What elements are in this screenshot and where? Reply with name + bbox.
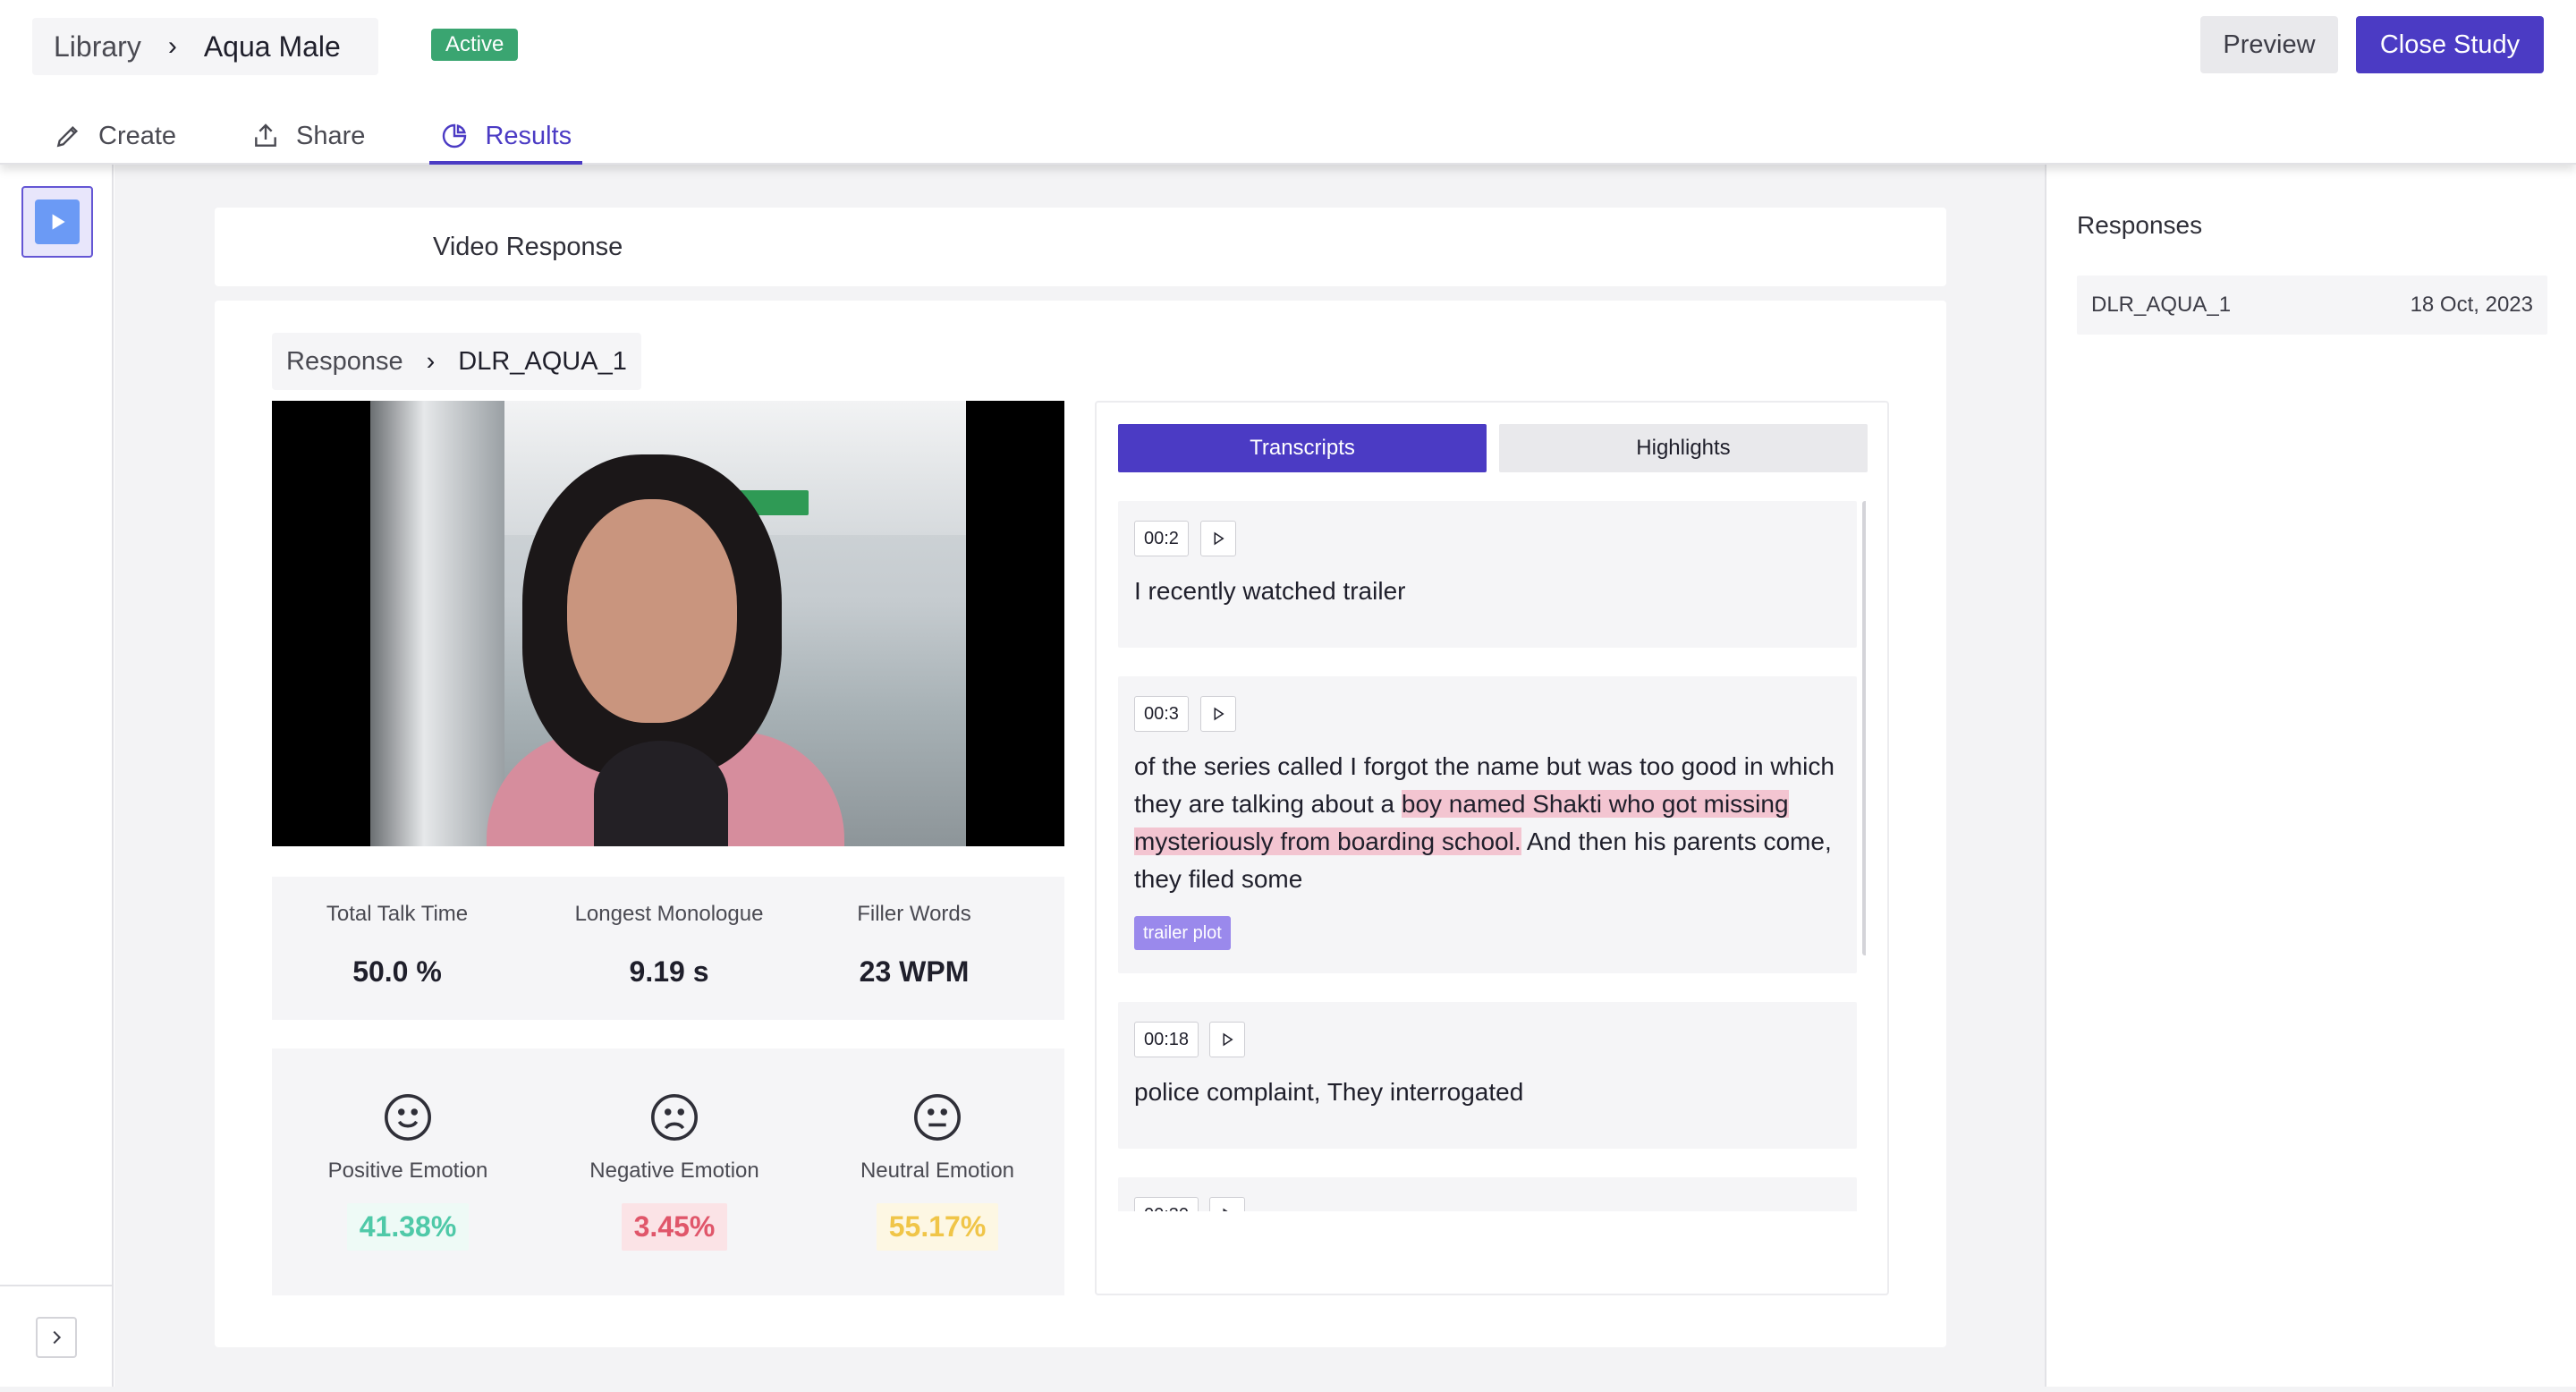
- scrollbar[interactable]: [1862, 501, 1866, 955]
- emotion-stats: Positive Emotion 41.38% Negative Emotion…: [272, 1048, 1064, 1295]
- transcript-text: I recently watched trailer: [1134, 577, 1406, 605]
- transcript-item: 00:30: [1118, 1177, 1857, 1211]
- emotion-label: Negative Emotion: [589, 1159, 759, 1183]
- transcript-item: 00:3 of the series called I forgot the n…: [1118, 676, 1857, 973]
- video-block-button[interactable]: [21, 186, 93, 258]
- smile-icon: [385, 1094, 431, 1141]
- chevron-right-icon: ›: [167, 31, 177, 61]
- response-breadcrumb: Response › DLR_AQUA_1: [272, 333, 641, 390]
- emotion-label: Neutral Emotion: [860, 1159, 1015, 1183]
- response-crumb-current: DLR_AQUA_1: [458, 346, 627, 376]
- status-badge: Active: [431, 29, 519, 61]
- response-date: 18 Oct, 2023: [2410, 293, 2533, 317]
- top-header: Library › Aqua Male Active Preview Close…: [0, 0, 2576, 165]
- response-crumb-link[interactable]: Response: [286, 347, 403, 377]
- response-id: DLR_AQUA_1: [2091, 293, 2232, 317]
- emotion-neutral: Neutral Emotion 55.17%: [830, 1091, 1045, 1251]
- video-player[interactable]: [272, 401, 1064, 846]
- share-icon: [255, 123, 276, 147]
- play-icon[interactable]: [1209, 1197, 1245, 1211]
- close-study-button[interactable]: Close Study: [2356, 16, 2544, 73]
- tab-label: Results: [485, 121, 572, 150]
- stat-label: Filler Words: [857, 902, 971, 926]
- stat-label: Total Talk Time: [326, 902, 469, 926]
- divider: [0, 1387, 2576, 1392]
- neutral-face-icon: [914, 1094, 961, 1141]
- transcript-list[interactable]: 00:2 I recently watched trailer 00:3 of …: [1118, 501, 1866, 1211]
- breadcrumb-current: Aqua Male: [203, 30, 341, 63]
- breadcrumb-library-link[interactable]: Library: [54, 30, 141, 64]
- tab-label: Share: [296, 121, 366, 150]
- highlight-tag[interactable]: trailer plot: [1134, 916, 1231, 950]
- timestamp[interactable]: 00:3: [1134, 696, 1189, 732]
- play-icon[interactable]: [1200, 696, 1236, 732]
- transcript-item: 00:2 I recently watched trailer: [1118, 501, 1857, 648]
- transcript-text: police complaint, They interrogated: [1134, 1078, 1524, 1106]
- emotion-positive: Positive Emotion 41.38%: [301, 1091, 515, 1251]
- stat-value: 50.0 %: [352, 955, 442, 988]
- emotion-label: Positive Emotion: [327, 1159, 488, 1183]
- response-card: Response › DLR_AQUA_1 Total Talk Time 50…: [215, 301, 1946, 1347]
- chevron-right-icon: ›: [426, 346, 436, 376]
- timestamp[interactable]: 00:18: [1134, 1022, 1199, 1057]
- study-tabs: Create Share Results: [43, 111, 636, 165]
- transcript-panel: Transcripts Highlights 00:2 I recently w…: [1095, 401, 1889, 1295]
- stat-label: Longest Monologue: [574, 902, 764, 926]
- transcript-text: of the series called I forgot the name b…: [1134, 748, 1841, 898]
- talk-stats: Total Talk Time 50.0 % Longest Monologue…: [272, 877, 1064, 1020]
- video-frame: [370, 401, 966, 846]
- frown-icon: [651, 1094, 698, 1141]
- timestamp[interactable]: 00:2: [1134, 521, 1189, 556]
- response-row[interactable]: DLR_AQUA_1 18 Oct, 2023: [2077, 276, 2547, 335]
- breadcrumb: Library › Aqua Male: [32, 18, 378, 75]
- tab-highlights[interactable]: Highlights: [1499, 424, 1868, 472]
- expand-sidebar-button[interactable]: [36, 1317, 77, 1358]
- main-content: Video Response Response › DLR_AQUA_1 Tot…: [114, 165, 2045, 1387]
- stat-value: 9.19 s: [629, 955, 709, 988]
- left-rail: [0, 165, 114, 1392]
- pie-chart-icon: [443, 123, 467, 149]
- tab-share[interactable]: Share: [241, 111, 376, 165]
- emotion-value: 55.17%: [876, 1203, 999, 1251]
- pencil-icon: [56, 125, 79, 148]
- play-icon[interactable]: [1200, 521, 1236, 556]
- chevron-right-icon: [53, 1330, 62, 1345]
- stat-value: 23 WPM: [859, 955, 970, 988]
- emotion-value: 3.45%: [621, 1203, 728, 1251]
- tab-results[interactable]: Results: [429, 111, 583, 165]
- play-icon[interactable]: [1209, 1022, 1245, 1057]
- preview-button[interactable]: Preview: [2200, 16, 2338, 73]
- tab-transcripts[interactable]: Transcripts: [1118, 424, 1487, 472]
- emotion-negative: Negative Emotion 3.45%: [567, 1091, 782, 1251]
- transcript-item: 00:18 police complaint, They interrogate…: [1118, 1002, 1857, 1149]
- timestamp[interactable]: 00:30: [1134, 1197, 1199, 1211]
- tab-create[interactable]: Create: [43, 111, 187, 165]
- responses-title: Responses: [2077, 211, 2203, 239]
- divider: [0, 1285, 112, 1286]
- video-icon: [35, 199, 80, 244]
- responses-panel: Responses DLR_AQUA_1 18 Oct, 2023: [2045, 165, 2576, 1387]
- section-title: Video Response: [215, 208, 1946, 286]
- tab-label: Create: [98, 121, 177, 150]
- emotion-value: 41.38%: [346, 1203, 470, 1251]
